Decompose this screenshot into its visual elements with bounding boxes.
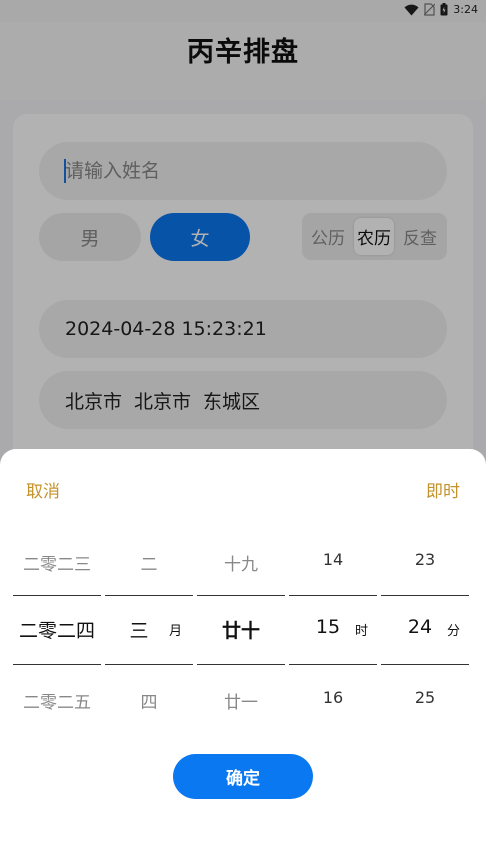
selection-divider: [13, 595, 101, 596]
selection-divider: [105, 664, 193, 665]
day-selected[interactable]: 廿十: [197, 616, 285, 643]
month-wheel[interactable]: 二 三 月 四: [105, 539, 193, 713]
hour-above[interactable]: 14: [289, 550, 377, 569]
selection-divider: [197, 595, 285, 596]
hour-below[interactable]: 16: [289, 688, 377, 707]
year-below[interactable]: 二零二五: [13, 688, 101, 713]
selection-divider: [105, 595, 193, 596]
month-below[interactable]: 四: [105, 688, 193, 713]
datetime-picker-sheet: 取消 即时 二零二三 二零二四 二零二五 二 三 月 四 十九 廿十 廿一 14…: [0, 449, 486, 864]
day-above[interactable]: 十九: [197, 550, 285, 575]
day-below[interactable]: 廿一: [197, 688, 285, 713]
year-selected[interactable]: 二零二四: [13, 616, 101, 643]
minute-above[interactable]: 23: [381, 550, 469, 569]
year-above[interactable]: 二零二三: [13, 550, 101, 575]
minute-wheel[interactable]: 23 24 分 25: [381, 539, 469, 707]
selection-divider: [197, 664, 285, 665]
selection-divider: [289, 595, 377, 596]
year-wheel[interactable]: 二零二三 二零二四 二零二五: [13, 539, 101, 713]
cancel-button[interactable]: 取消: [26, 477, 60, 502]
confirm-button[interactable]: 确定: [173, 754, 313, 799]
now-button[interactable]: 即时: [426, 477, 460, 502]
month-unit-label: 月: [169, 624, 183, 639]
selection-divider: [381, 595, 469, 596]
minute-below[interactable]: 25: [381, 688, 469, 707]
month-above[interactable]: 二: [105, 550, 193, 575]
hour-unit-label: 时: [355, 624, 369, 639]
selection-divider: [289, 664, 377, 665]
day-wheel[interactable]: 十九 廿十 廿一: [197, 539, 285, 713]
selection-divider: [381, 664, 469, 665]
selection-divider: [13, 664, 101, 665]
minute-unit-label: 分: [447, 624, 461, 639]
hour-wheel[interactable]: 14 15 时 16: [289, 539, 377, 707]
